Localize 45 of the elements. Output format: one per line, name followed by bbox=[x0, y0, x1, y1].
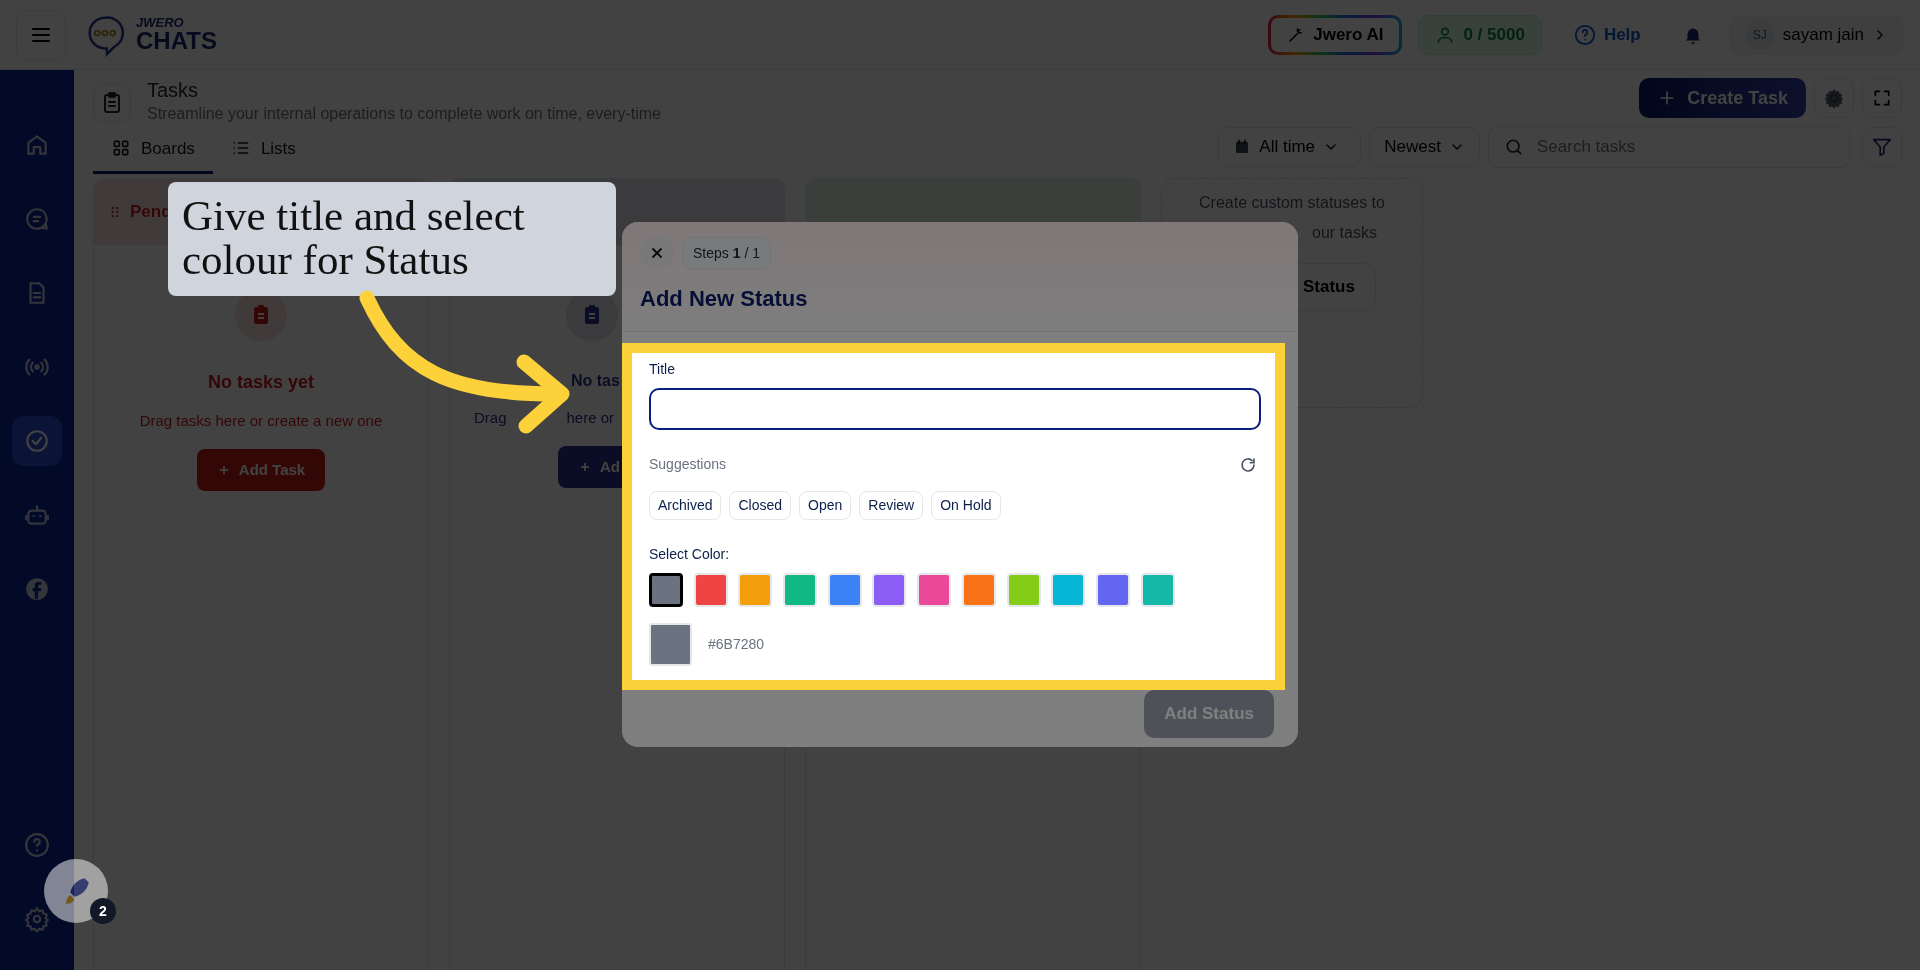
filter-button[interactable] bbox=[1862, 127, 1902, 167]
empty-title: No tasks yet bbox=[207, 371, 315, 394]
settings-icon bbox=[1823, 87, 1845, 109]
filter-icon bbox=[1871, 136, 1893, 158]
robot-icon bbox=[24, 502, 50, 528]
empty-text: Drag tasks here or create a new one bbox=[139, 411, 383, 431]
settings-button[interactable] bbox=[1814, 78, 1854, 118]
fullscreen-button[interactable] bbox=[1862, 78, 1902, 118]
refresh-icon[interactable] bbox=[1239, 455, 1257, 474]
close-button[interactable] bbox=[640, 236, 674, 270]
modal-title: Add New Status bbox=[640, 285, 809, 313]
title-input-field[interactable] bbox=[649, 388, 1261, 430]
sort-dropdown[interactable]: Newest bbox=[1369, 127, 1480, 167]
user-name: sayam jain bbox=[1782, 23, 1864, 46]
suggestion-chip[interactable]: Open bbox=[799, 491, 852, 520]
help-icon bbox=[24, 832, 50, 858]
hex-value: #6B7280 bbox=[708, 635, 765, 654]
suggestion-chip[interactable]: Archived bbox=[649, 491, 722, 520]
facebook-icon bbox=[24, 576, 50, 602]
tab[interactable]: Lists bbox=[212, 127, 314, 174]
date-filter-dropdown[interactable]: All time bbox=[1218, 127, 1362, 167]
count-badge: 2 bbox=[90, 898, 116, 924]
logo-text: CHATS bbox=[136, 29, 217, 53]
check-circle-icon bbox=[24, 428, 50, 454]
grid-icon bbox=[111, 138, 131, 159]
field-label: Title bbox=[649, 360, 676, 379]
search-icon bbox=[1504, 137, 1524, 157]
callout-text: Give title and select colour for Status bbox=[168, 182, 616, 296]
section-label: Select Color: bbox=[649, 545, 731, 564]
home-icon bbox=[24, 132, 50, 158]
section-label: Suggestions bbox=[649, 455, 727, 474]
settings-icon bbox=[24, 906, 50, 932]
page-title: Tasks bbox=[147, 78, 200, 102]
step-indicator: Steps 1 / 1 bbox=[682, 236, 771, 270]
suggestion-chip[interactable]: Closed bbox=[729, 491, 792, 520]
help-icon bbox=[1573, 23, 1596, 46]
menu-button[interactable] bbox=[16, 9, 66, 60]
suggestion-chip[interactable]: On Hold bbox=[931, 491, 1001, 520]
color-swatch[interactable] bbox=[649, 573, 683, 607]
fullscreen-icon bbox=[1872, 88, 1892, 108]
chat-icon bbox=[24, 206, 50, 232]
suggestion-chip[interactable]: Review bbox=[859, 491, 924, 520]
tab[interactable]: Boards bbox=[93, 127, 213, 174]
logo-text: JWERO bbox=[136, 16, 185, 29]
clipboard-icon bbox=[93, 84, 131, 122]
